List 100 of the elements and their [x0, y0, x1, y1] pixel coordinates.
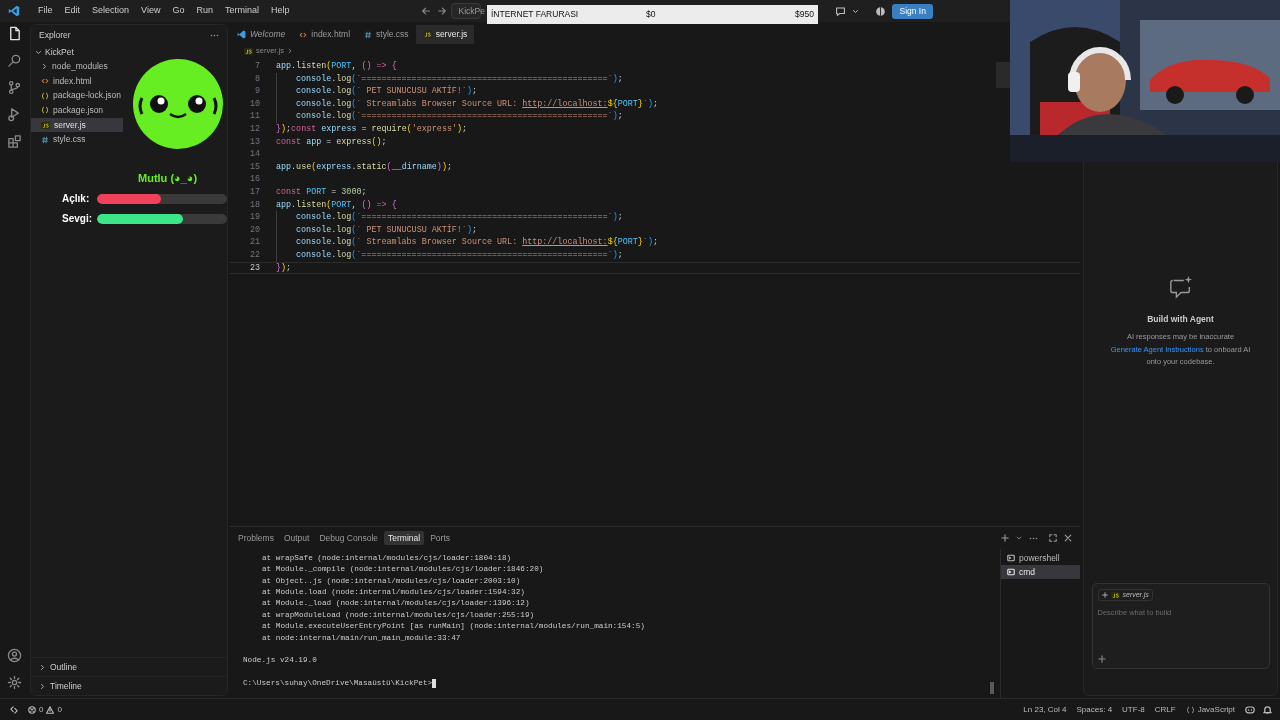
panel-tab[interactable]: Terminal [384, 531, 425, 545]
section-header[interactable]: Outline [31, 657, 227, 676]
search-icon[interactable] [6, 53, 22, 68]
code-line: const PORT = 3000; [276, 185, 367, 199]
line-number: 21 [248, 236, 260, 249]
menu-item[interactable]: Terminal [218, 4, 265, 18]
line-number: 10 [248, 97, 260, 111]
forward-arrow-icon[interactable] [437, 6, 448, 16]
copilot-icon[interactable] [1245, 705, 1255, 714]
explorer-entry[interactable]: package-lock.json [31, 88, 123, 104]
line-number: 15 [248, 160, 260, 174]
editor-tab[interactable]: index.html [292, 25, 358, 44]
terminal-icon [1007, 554, 1015, 562]
terminal-item[interactable]: powershell [1001, 551, 1080, 565]
code-line: console.log(` Streamlabs Browser Source URL: http://localhost:${PORT}`); [276, 97, 658, 111]
account-icon[interactable] [6, 648, 22, 663]
section-header[interactable]: Timeline [31, 676, 227, 695]
minimap [996, 62, 1010, 88]
panel-title: Explorer [39, 28, 71, 42]
remote-icon[interactable] [10, 705, 18, 714]
chevron-down-icon[interactable] [35, 48, 42, 56]
menu-item[interactable]: Selection [86, 4, 136, 18]
menu-item[interactable]: Go [166, 4, 191, 18]
chat-sparkle-icon [1167, 275, 1194, 299]
text-cursor [432, 679, 437, 689]
panel-tab[interactable]: Output [279, 531, 314, 545]
code-line: console.log(`=================================================`); [276, 110, 623, 123]
source-control-icon[interactable] [6, 80, 22, 95]
plus-icon [1101, 592, 1108, 598]
line-number: 20 [248, 223, 260, 237]
menu-item[interactable]: Edit [58, 4, 87, 18]
chat-bubble-icon[interactable] [835, 5, 847, 17]
code-brackets-icon [41, 77, 49, 86]
explorer-entry[interactable]: server.js [31, 117, 123, 133]
banner-value: $0 [646, 8, 657, 21]
status-item[interactable]: Ln 23, Col 4 [1023, 703, 1067, 716]
status-item[interactable]: CRLF [1154, 703, 1176, 716]
line-number: 16 [248, 173, 260, 186]
explorer-entry[interactable]: index.html [31, 73, 123, 89]
js-file-icon [1110, 591, 1120, 599]
editor-tab[interactable]: style.css [357, 25, 416, 44]
explorer-entry[interactable]: node_modules [31, 59, 123, 74]
caret-icon[interactable] [852, 7, 860, 15]
plus-icon[interactable] [1097, 655, 1106, 663]
plus-icon[interactable] [1001, 534, 1009, 542]
chevron-right-icon[interactable] [41, 62, 48, 70]
panel-tab[interactable]: Ports [426, 531, 454, 545]
editor-tab[interactable]: server.js [415, 25, 475, 44]
line-number: 23 [248, 261, 260, 275]
close-icon[interactable] [1064, 534, 1072, 542]
js-file-icon [422, 31, 432, 38]
line-number: 9 [253, 85, 260, 98]
status-item[interactable]: Spaces: 4 [1076, 703, 1113, 716]
panel-tab[interactable]: Debug Console [315, 531, 383, 545]
line-number: 19 [248, 211, 260, 224]
line-number: 8 [253, 72, 260, 86]
extensions-icon[interactable] [6, 134, 22, 149]
back-arrow-icon[interactable] [421, 6, 432, 16]
js-file-icon [244, 47, 253, 55]
braces-icon [1185, 705, 1195, 714]
code-line: const app = express(); [276, 135, 387, 149]
code-line: }); [276, 261, 292, 275]
scrollbar-thumb[interactable] [990, 682, 994, 694]
terminal-item[interactable]: cmd [1001, 565, 1080, 579]
menu-item[interactable]: Help [264, 4, 296, 18]
code-line: app.listen(PORT, () => { [276, 60, 397, 73]
braces-icon [41, 91, 49, 100]
menu-item[interactable]: Run [190, 4, 219, 18]
line-number: 17 [248, 185, 260, 199]
explorer-entry[interactable]: package.json [31, 103, 123, 118]
status-item[interactable]: UTF-8 [1122, 703, 1145, 716]
menu-item[interactable]: File [32, 4, 59, 18]
menu-item[interactable]: View [135, 4, 167, 18]
terminal-icon [1007, 568, 1015, 576]
pet-smiley-icon [132, 58, 224, 150]
bell-icon[interactable] [1263, 705, 1272, 714]
panel-tab[interactable]: Problems [234, 531, 278, 545]
code-brackets-icon [299, 30, 308, 39]
problems-status[interactable]: 0 0 [28, 703, 62, 716]
line-number: 7 [253, 60, 260, 73]
app-logo-icon [237, 30, 246, 39]
explorer-entry[interactable]: style.css [31, 132, 123, 148]
braces-icon [41, 106, 49, 115]
line-number: 12 [248, 122, 260, 136]
editor-tab[interactable]: Welcome [230, 25, 293, 44]
line-number: 14 [248, 148, 260, 161]
settings-icon[interactable] [6, 675, 22, 690]
sign-in-button[interactable]: Sign In [892, 3, 933, 19]
run-debug-icon[interactable] [6, 107, 22, 122]
caret-icon[interactable] [1016, 535, 1022, 541]
code-line: app.listen(PORT, () => { [276, 198, 397, 212]
line-number: 18 [248, 198, 260, 212]
language-status[interactable]: JavaScript [1185, 703, 1235, 716]
line-number: 13 [248, 135, 260, 149]
code-line: console.log(`=================================================`); [276, 248, 623, 262]
chevron-right-icon [286, 48, 293, 54]
code-line: console.log(`=================================================`); [276, 211, 623, 224]
maximize-icon[interactable] [1049, 534, 1057, 542]
folder-name[interactable]: KickPet [45, 45, 74, 59]
hash-icon [41, 135, 49, 144]
